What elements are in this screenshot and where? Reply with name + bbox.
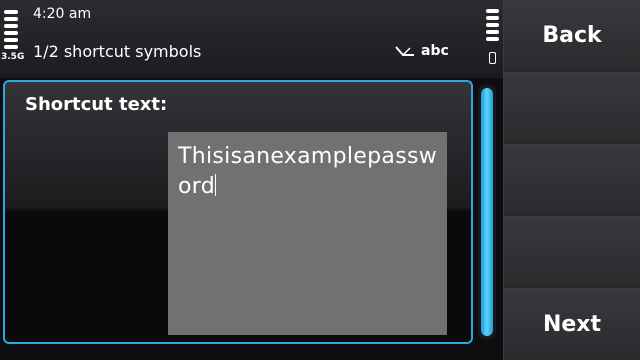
signal-icon <box>4 10 18 52</box>
screen: 3.5G 4:20 am 1/2 shortcut symbols abc Sh… <box>0 0 640 360</box>
input-value: Thisisanexamplepassword <box>178 144 438 199</box>
shortcut-text-panel: Shortcut text: Thisisanexamplepassword <box>3 80 473 344</box>
scrollbar-thumb[interactable] <box>481 88 493 336</box>
shortcut-text-input[interactable]: Thisisanexamplepassword <box>168 132 447 335</box>
softkey-bar: Back Next <box>503 0 640 360</box>
field-label: Shortcut text: <box>25 94 168 115</box>
softkey-empty-3 <box>503 216 640 287</box>
page-subtitle: 1/2 shortcut symbols <box>33 42 202 61</box>
input-mode-indicator[interactable]: abc <box>395 43 449 59</box>
softkey-empty-1 <box>503 72 640 143</box>
content-area: Shortcut text: Thisisanexamplepassword <box>0 78 503 360</box>
status-bar: 3.5G 4:20 am 1/2 shortcut symbols abc <box>0 0 503 78</box>
pen-input-icon <box>395 46 414 56</box>
clock: 4:20 am <box>33 6 92 22</box>
back-button[interactable]: Back <box>503 0 640 71</box>
battery-level-icon <box>486 9 499 44</box>
battery-icon <box>489 52 496 64</box>
softkey-empty-2 <box>503 144 640 215</box>
text-caret <box>214 174 216 196</box>
next-button[interactable]: Next <box>503 288 640 360</box>
network-type: 3.5G <box>1 52 25 62</box>
input-mode-label: abc <box>421 43 449 59</box>
